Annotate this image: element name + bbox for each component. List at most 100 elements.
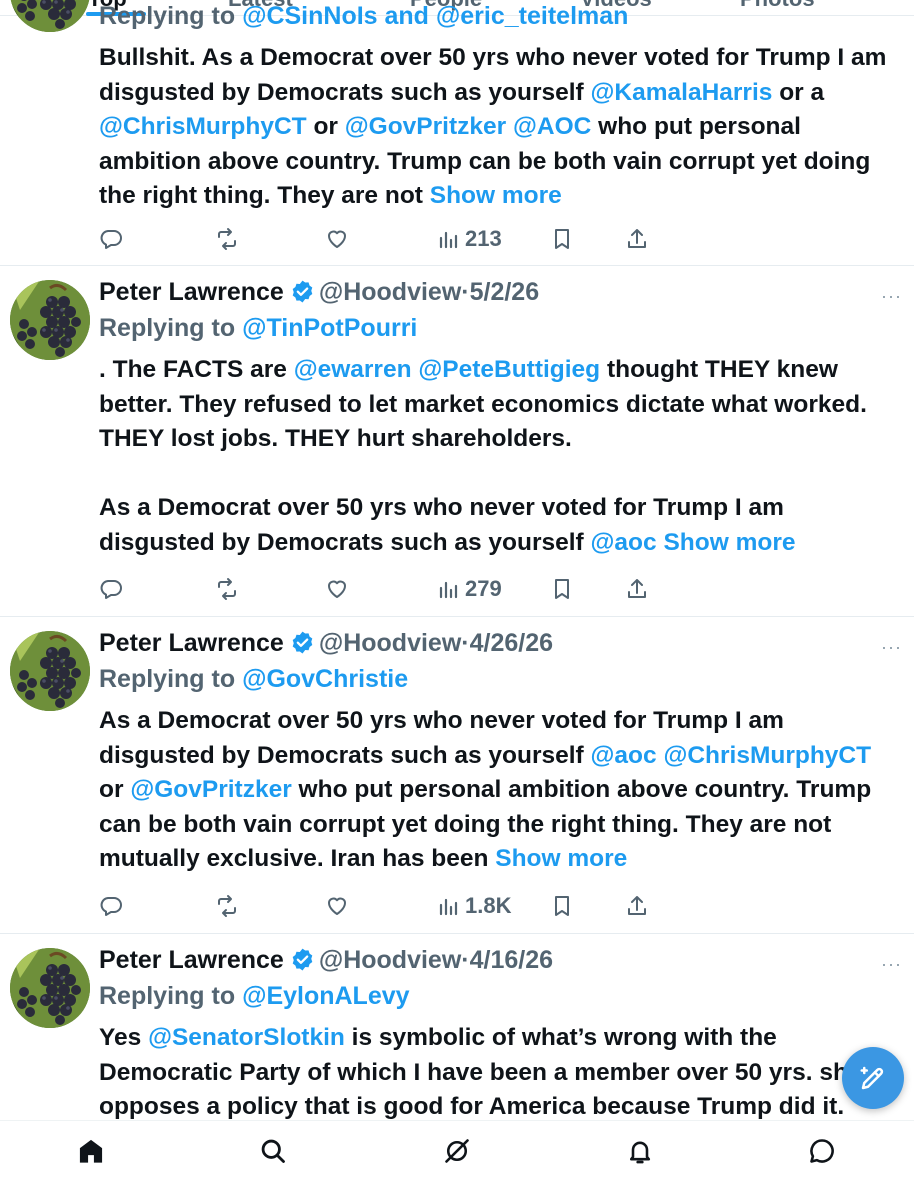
nav-messages[interactable] (802, 1131, 842, 1171)
share-icon (628, 229, 646, 248)
author-name[interactable]: Peter Lawrence (99, 629, 284, 657)
more-icon[interactable]: ··· (881, 286, 902, 306)
grapes-avatar-image (10, 280, 90, 360)
reply-to-handles[interactable]: @CSinNoIs and @eric_teitelman (242, 2, 628, 30)
mention-link[interactable]: @ewarren (294, 356, 412, 383)
grok-icon (445, 1139, 469, 1163)
author-handle[interactable]: @Hoodview (319, 629, 461, 657)
heart-icon (328, 230, 346, 248)
reply-button[interactable] (99, 574, 123, 604)
tweet-text: Bullshit. As a Democrat over 50 yrs who … (99, 41, 899, 214)
tweet-text-segment: Yes (99, 1024, 149, 1051)
home-icon (79, 1139, 103, 1163)
reply-icon (100, 897, 122, 916)
tweet-text-segment: . The FACTS are (99, 356, 294, 383)
share-button[interactable] (625, 574, 649, 604)
mention-link[interactable]: @SenatorSlotkin (148, 1024, 345, 1051)
show-more-link[interactable]: Show more (495, 845, 627, 872)
grapes-avatar-image (10, 631, 90, 711)
author-handle[interactable]: @Hoodview (319, 946, 461, 974)
views-button[interactable]: 1.8K (437, 891, 511, 921)
grapes-avatar-image (10, 948, 90, 1028)
tweet[interactable]: Peter Lawrence @Hoodview·4/26/26 ··· Repl… (0, 617, 914, 934)
avatar[interactable] (10, 280, 90, 360)
mention-link[interactable]: @GovPritzker (130, 776, 291, 803)
views-button[interactable]: 213 (437, 224, 502, 254)
author-name[interactable]: Peter Lawrence (99, 278, 284, 306)
heart-icon (328, 580, 346, 598)
show-more-link[interactable]: Show more (663, 529, 795, 556)
view-count: 1.8K (465, 893, 512, 918)
repost-icon (218, 578, 236, 600)
tweet[interactable]: Peter Lawrence @Hoodview·5/2/26 ··· Reply… (0, 266, 914, 617)
heart-icon (328, 897, 346, 915)
nav-grok[interactable] (437, 1131, 477, 1171)
reply-icon (100, 580, 122, 599)
avatar[interactable] (10, 948, 90, 1028)
bookmark-button[interactable] (550, 574, 574, 604)
avatar[interactable] (10, 0, 90, 32)
view-count: 213 (465, 226, 502, 251)
reply-to-handle[interactable]: @EylonALevy (242, 982, 409, 1010)
mention-link[interactable]: @GovPritzker (345, 113, 506, 140)
tweet-header: Peter Lawrence @Hoodview·4/26/26 (99, 629, 554, 657)
bookmark-button[interactable] (550, 891, 574, 921)
tweet[interactable]: Replying to @CSinNoIs and @eric_teitelma… (0, 0, 914, 266)
nav-notifications[interactable] (620, 1131, 660, 1171)
tweet-date[interactable]: 4/16/26 (470, 946, 553, 974)
tweet-header: Peter Lawrence @Hoodview·5/2/26 (99, 278, 540, 306)
reply-to-handle[interactable]: @GovChristie (242, 665, 408, 693)
nav-home[interactable] (71, 1131, 111, 1171)
repost-button[interactable] (215, 224, 239, 254)
mention-link[interactable]: @aoc (591, 742, 657, 769)
tweet-actions: 1.8K (99, 891, 659, 921)
repost-icon (218, 895, 236, 917)
share-button[interactable] (625, 224, 649, 254)
tweet-date[interactable]: 4/26/26 (470, 629, 553, 657)
mention-link[interactable]: @PeteButtigieg (418, 356, 600, 383)
tweet-text: . The FACTS are @ewarren @PeteButtigieg … (99, 353, 899, 560)
like-button[interactable] (325, 574, 349, 604)
more-icon[interactable]: ··· (881, 954, 902, 974)
reply-icon (100, 230, 122, 249)
views-button[interactable]: 279 (437, 574, 502, 604)
reply-button[interactable] (99, 224, 123, 254)
mention-link[interactable]: @ChrisMurphyCT (99, 113, 307, 140)
tweet-actions: 213 (99, 224, 659, 254)
reply-context: Replying to @CSinNoIs and @eric_teitelma… (99, 2, 629, 30)
author-name[interactable]: Peter Lawrence (99, 946, 284, 974)
reply-to-handle[interactable]: @TinPotPourri (242, 314, 417, 342)
share-button[interactable] (625, 891, 649, 921)
tweet-header: Peter Lawrence @Hoodview·4/16/26 (99, 946, 554, 974)
like-button[interactable] (325, 891, 349, 921)
tweet-text-segment: or (306, 113, 345, 140)
like-button[interactable] (325, 224, 349, 254)
bookmark-icon (555, 229, 569, 249)
reply-context: Replying to @EylonALevy (99, 982, 410, 1010)
share-icon (628, 579, 646, 598)
compose-button[interactable] (842, 1047, 904, 1109)
reply-button[interactable] (99, 891, 123, 921)
tweet-date[interactable]: 5/2/26 (470, 278, 540, 306)
nav-search[interactable] (253, 1131, 293, 1171)
author-handle[interactable]: @Hoodview (319, 278, 461, 306)
show-more-link[interactable]: Show more (430, 182, 562, 209)
bell-icon (629, 1141, 651, 1164)
repost-button[interactable] (215, 891, 239, 921)
views-icon (439, 231, 458, 249)
mention-link[interactable]: @aoc (591, 529, 657, 556)
bookmark-button[interactable] (550, 224, 574, 254)
bookmark-icon (555, 579, 569, 599)
view-count: 279 (465, 576, 502, 601)
mention-link[interactable]: @ChrisMurphyCT (663, 742, 871, 769)
reply-context: Replying to @TinPotPourri (99, 314, 418, 342)
more-icon[interactable]: ··· (881, 637, 902, 657)
avatar[interactable] (10, 631, 90, 711)
views-icon (439, 581, 458, 599)
tweet-actions: 279 (99, 574, 659, 604)
mention-link[interactable]: @AOC (513, 113, 591, 140)
mention-link[interactable]: @KamalaHarris (591, 79, 773, 106)
tweet-text: Yes @SenatorSlotkin is symbolic of what’… (99, 1021, 889, 1125)
search-icon (261, 1139, 285, 1163)
repost-button[interactable] (215, 574, 239, 604)
